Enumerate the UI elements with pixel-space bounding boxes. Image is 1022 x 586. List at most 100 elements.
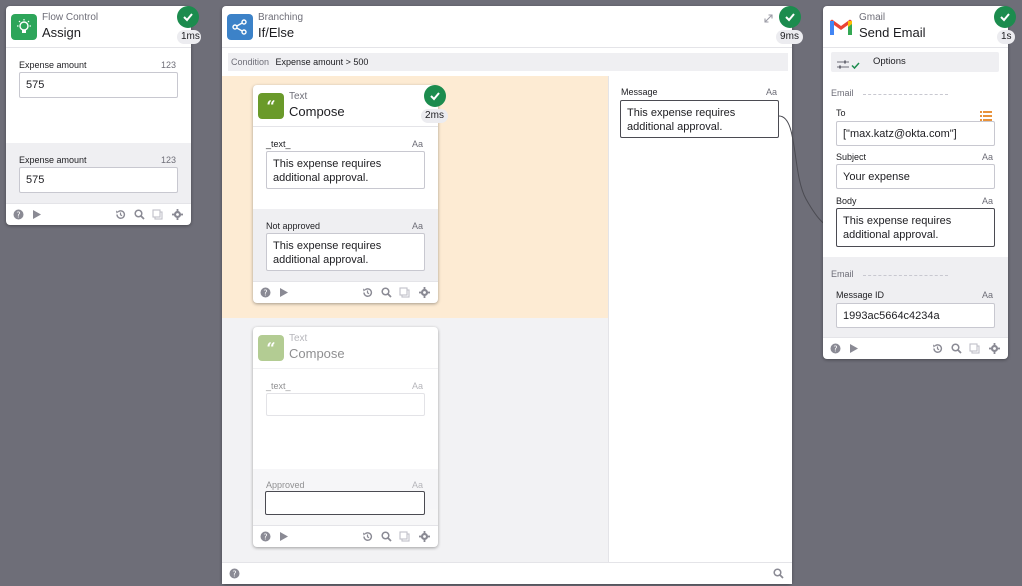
play-icon[interactable] — [31, 209, 42, 220]
success-check-icon — [177, 6, 199, 28]
copy-icon[interactable] — [399, 287, 410, 298]
search-icon[interactable] — [773, 568, 784, 579]
message-type: Aa — [765, 87, 777, 97]
history-icon[interactable] — [115, 209, 126, 220]
compose-card-header[interactable]: “ Text Compose — [253, 85, 438, 127]
field-label: Expense amount — [19, 155, 87, 165]
field-type-text: Aa — [981, 152, 993, 162]
card-title[interactable]: Send Email — [859, 24, 1008, 42]
quote-icon: “ — [258, 335, 284, 361]
compose-card-approved[interactable]: “ Text Compose _text_ Aa Approved Aa ? — [253, 327, 438, 547]
field-type-text: Aa — [411, 480, 423, 490]
condition-label: Condition — [231, 57, 270, 67]
success-check-icon — [779, 6, 801, 28]
gear-icon[interactable] — [989, 343, 1000, 354]
text-input-field[interactable]: This expense requires additional approva… — [266, 151, 425, 189]
card-title[interactable]: Assign — [42, 24, 191, 42]
subject-label: Subject — [836, 152, 867, 162]
body-field[interactable]: This expense requires additional approva… — [836, 208, 995, 247]
expense-amount-output[interactable]: 575 — [19, 167, 178, 193]
body-label: Body — [836, 196, 857, 206]
card-type-label: Flow Control — [42, 12, 99, 23]
options-button[interactable]: Options — [831, 52, 999, 72]
help-icon[interactable]: ? — [13, 209, 24, 220]
text-input-label: _text_ — [266, 139, 291, 149]
condition-value: Expense amount > 500 — [275, 57, 369, 67]
play-icon[interactable] — [278, 287, 289, 298]
copy-icon[interactable] — [399, 531, 410, 542]
field-type-number: 123 — [160, 60, 176, 70]
success-check-icon — [424, 85, 446, 107]
duration-badge: 2ms — [421, 109, 448, 123]
not-approved-output[interactable]: This expense requires additional approva… — [266, 233, 425, 271]
approved-output[interactable] — [265, 491, 425, 515]
card-title[interactable]: If/Else — [258, 24, 792, 42]
field-type-number: 123 — [160, 155, 176, 165]
duration-badge: 1s — [997, 30, 1015, 44]
help-icon[interactable]: ? — [830, 343, 841, 354]
expense-amount-field[interactable]: 575 — [19, 72, 178, 98]
list-icon[interactable] — [980, 108, 992, 121]
search-icon[interactable] — [134, 209, 145, 220]
options-label: Options — [873, 56, 906, 67]
svg-text:“: “ — [266, 99, 275, 113]
gmail-card-header[interactable]: Gmail Send Email — [823, 6, 1008, 48]
help-icon[interactable]: ? — [260, 531, 271, 542]
subject-field[interactable]: Your expense — [836, 164, 995, 189]
history-icon[interactable] — [932, 343, 943, 354]
field-type-text: Aa — [981, 290, 993, 300]
to-field[interactable]: ["max.katz@okta.com"] — [836, 121, 995, 146]
copy-icon[interactable] — [969, 343, 980, 354]
text-input-field[interactable] — [266, 393, 425, 416]
output-section-label: Email — [831, 269, 854, 279]
collapse-icon[interactable] — [764, 10, 773, 23]
message-label: Message — [621, 87, 658, 97]
card-footer: ? — [253, 525, 438, 547]
field-type-text: Aa — [411, 139, 423, 149]
help-icon[interactable]: ? — [260, 287, 271, 298]
gear-icon[interactable] — [419, 531, 430, 542]
copy-icon[interactable] — [152, 209, 163, 220]
message-column — [608, 76, 792, 562]
play-icon[interactable] — [848, 343, 859, 354]
to-label: To — [836, 108, 846, 118]
gmail-send-email-card[interactable]: Gmail Send Email 1s Options Email To ["m… — [823, 6, 1016, 359]
gmail-icon — [828, 14, 854, 40]
lightbulb-icon — [11, 14, 37, 40]
field-type-text: Aa — [981, 196, 993, 206]
approved-label: Approved — [266, 480, 305, 490]
assign-card-header[interactable]: Flow Control Assign — [6, 6, 191, 48]
card-type-label: Branching — [258, 12, 304, 23]
card-footer: ? — [253, 281, 438, 303]
duration-badge: 1ms — [177, 30, 201, 44]
card-title[interactable]: Compose — [289, 345, 438, 363]
assign-card[interactable]: Flow Control Assign 1ms Expense amount 1… — [6, 6, 201, 225]
search-icon[interactable] — [381, 531, 392, 542]
svg-text:?: ? — [16, 211, 20, 220]
svg-text:“: “ — [266, 341, 275, 355]
message-id-field[interactable]: 1993ac5664c4234a — [836, 303, 995, 328]
not-approved-label: Not approved — [266, 221, 321, 231]
compose-card-not-approved[interactable]: “ Text Compose 2ms _text_ Aa This expens… — [253, 85, 448, 303]
sliders-icon — [837, 57, 849, 69]
gear-icon[interactable] — [419, 287, 430, 298]
duration-badge: 9ms — [776, 30, 803, 44]
condition-bar[interactable]: Condition Expense amount > 500 — [228, 53, 788, 71]
message-field[interactable]: This expense requires additional approva… — [620, 100, 779, 138]
gear-icon[interactable] — [172, 209, 183, 220]
compose-card-header[interactable]: “ Text Compose — [253, 327, 438, 369]
history-icon[interactable] — [362, 287, 373, 298]
input-section-label: Email — [831, 88, 854, 98]
check-small-icon — [851, 57, 860, 70]
card-title[interactable]: Compose — [289, 103, 438, 121]
search-icon[interactable] — [381, 287, 392, 298]
message-id-label: Message ID — [836, 290, 885, 300]
search-icon[interactable] — [951, 343, 962, 354]
card-type-label: Text — [289, 91, 308, 102]
help-icon[interactable]: ? — [229, 568, 240, 579]
if-else-card-header[interactable]: Branching If/Else — [222, 6, 792, 48]
play-icon[interactable] — [278, 531, 289, 542]
history-icon[interactable] — [362, 531, 373, 542]
svg-text:?: ? — [263, 289, 267, 298]
svg-text:?: ? — [263, 533, 267, 542]
